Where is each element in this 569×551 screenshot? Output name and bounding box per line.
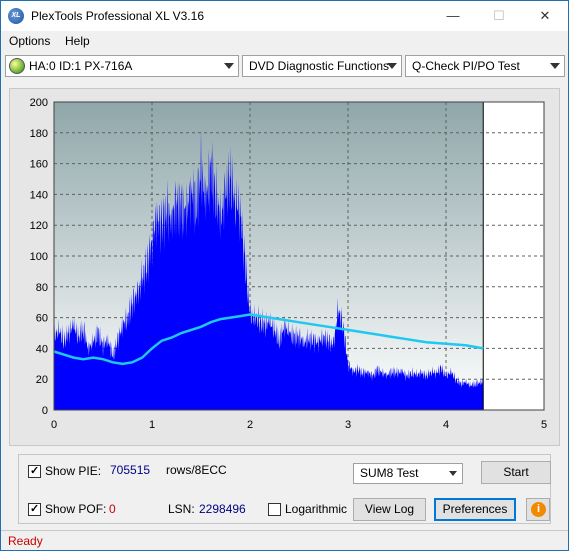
- status-bar: Ready: [1, 530, 568, 550]
- chevron-down-icon: [550, 63, 560, 69]
- y-tick-label: 20: [36, 374, 48, 386]
- sum-test-select[interactable]: SUM8 Test: [353, 463, 463, 484]
- y-tick-label: 60: [36, 313, 48, 325]
- y-tick-label: 40: [36, 343, 48, 355]
- test-controls-panel: Show PIE: 705515 rows/8ECC Show POF: 0 L…: [18, 454, 551, 524]
- y-tick-label: 0: [42, 405, 48, 417]
- show-pof-checkbox[interactable]: [28, 502, 41, 516]
- chevron-down-icon: [449, 471, 457, 476]
- chevron-down-icon: [224, 63, 234, 69]
- status-text: Ready: [8, 534, 43, 548]
- minimize-button[interactable]: —: [430, 1, 476, 31]
- function-select[interactable]: DVD Diagnostic Functions: [242, 55, 402, 77]
- y-tick-label: 100: [30, 251, 48, 263]
- info-button[interactable]: i: [526, 498, 550, 521]
- title-bar: XL PlexTools Professional XL V3.16 — ☐ ✕: [1, 1, 568, 31]
- pi-po-chart: 0 1 2 3 4 5 0 20 40 60 80 100 120 140 160 180 200: [30, 97, 547, 431]
- window-title: PlexTools Professional XL V3.16: [31, 9, 204, 23]
- show-pie-checkbox[interactable]: [28, 464, 41, 478]
- y-tick-label: 80: [36, 282, 48, 294]
- function-select-value: DVD Diagnostic Functions: [249, 59, 390, 73]
- drive-select[interactable]: HA:0 ID:1 PX-716A: [5, 55, 239, 77]
- show-pof-label: Show POF:: [45, 502, 107, 516]
- pof-value: 0: [109, 502, 116, 516]
- app-window: XL PlexTools Professional XL V3.16 — ☐ ✕…: [0, 0, 569, 551]
- toolbar: HA:0 ID:1 PX-716A DVD Diagnostic Functio…: [1, 52, 568, 82]
- y-tick-label: 160: [30, 159, 48, 171]
- x-tick-label: 5: [541, 419, 547, 431]
- start-button[interactable]: Start: [481, 461, 551, 484]
- drive-select-value: HA:0 ID:1 PX-716A: [29, 59, 133, 73]
- menu-options[interactable]: Options: [9, 34, 50, 48]
- chevron-down-icon: [387, 63, 397, 69]
- sum-test-value: SUM8 Test: [360, 466, 419, 480]
- y-tick-label: 140: [30, 189, 48, 201]
- test-select[interactable]: Q-Check PI/PO Test: [405, 55, 565, 77]
- pie-value: 705515: [110, 463, 151, 477]
- logarithmic-checkbox[interactable]: [268, 503, 281, 516]
- x-tick-label: 2: [247, 419, 253, 431]
- menu-bar: Options Help: [1, 31, 568, 52]
- lsn-label: LSN:: [168, 502, 195, 516]
- y-tick-label: 120: [30, 220, 48, 232]
- maximize-button[interactable]: ☐: [476, 1, 522, 31]
- chart-panel: 0 1 2 3 4 5 0 20 40 60 80 100 120 140 160 180 200: [9, 88, 560, 446]
- drive-disc-icon: [9, 58, 25, 74]
- y-tick-label: 200: [30, 97, 48, 109]
- preferences-button[interactable]: Preferences: [434, 498, 516, 521]
- test-select-value: Q-Check PI/PO Test: [412, 59, 520, 73]
- logarithmic-label: Logarithmic: [285, 502, 348, 516]
- x-tick-label: 4: [443, 419, 449, 431]
- app-logo-icon: XL: [8, 8, 24, 24]
- show-pie-label: Show PIE:: [45, 464, 102, 478]
- x-tick-label: 3: [345, 419, 351, 431]
- x-tick-label: 1: [149, 419, 155, 431]
- view-log-button[interactable]: View Log: [353, 498, 426, 521]
- info-icon: i: [531, 502, 546, 517]
- close-button[interactable]: ✕: [522, 1, 568, 31]
- x-tick-label: 0: [51, 419, 57, 431]
- y-tick-label: 180: [30, 128, 48, 140]
- lsn-value: 2298496: [199, 502, 246, 516]
- rows-label: rows/8ECC: [166, 463, 227, 477]
- menu-help[interactable]: Help: [65, 34, 90, 48]
